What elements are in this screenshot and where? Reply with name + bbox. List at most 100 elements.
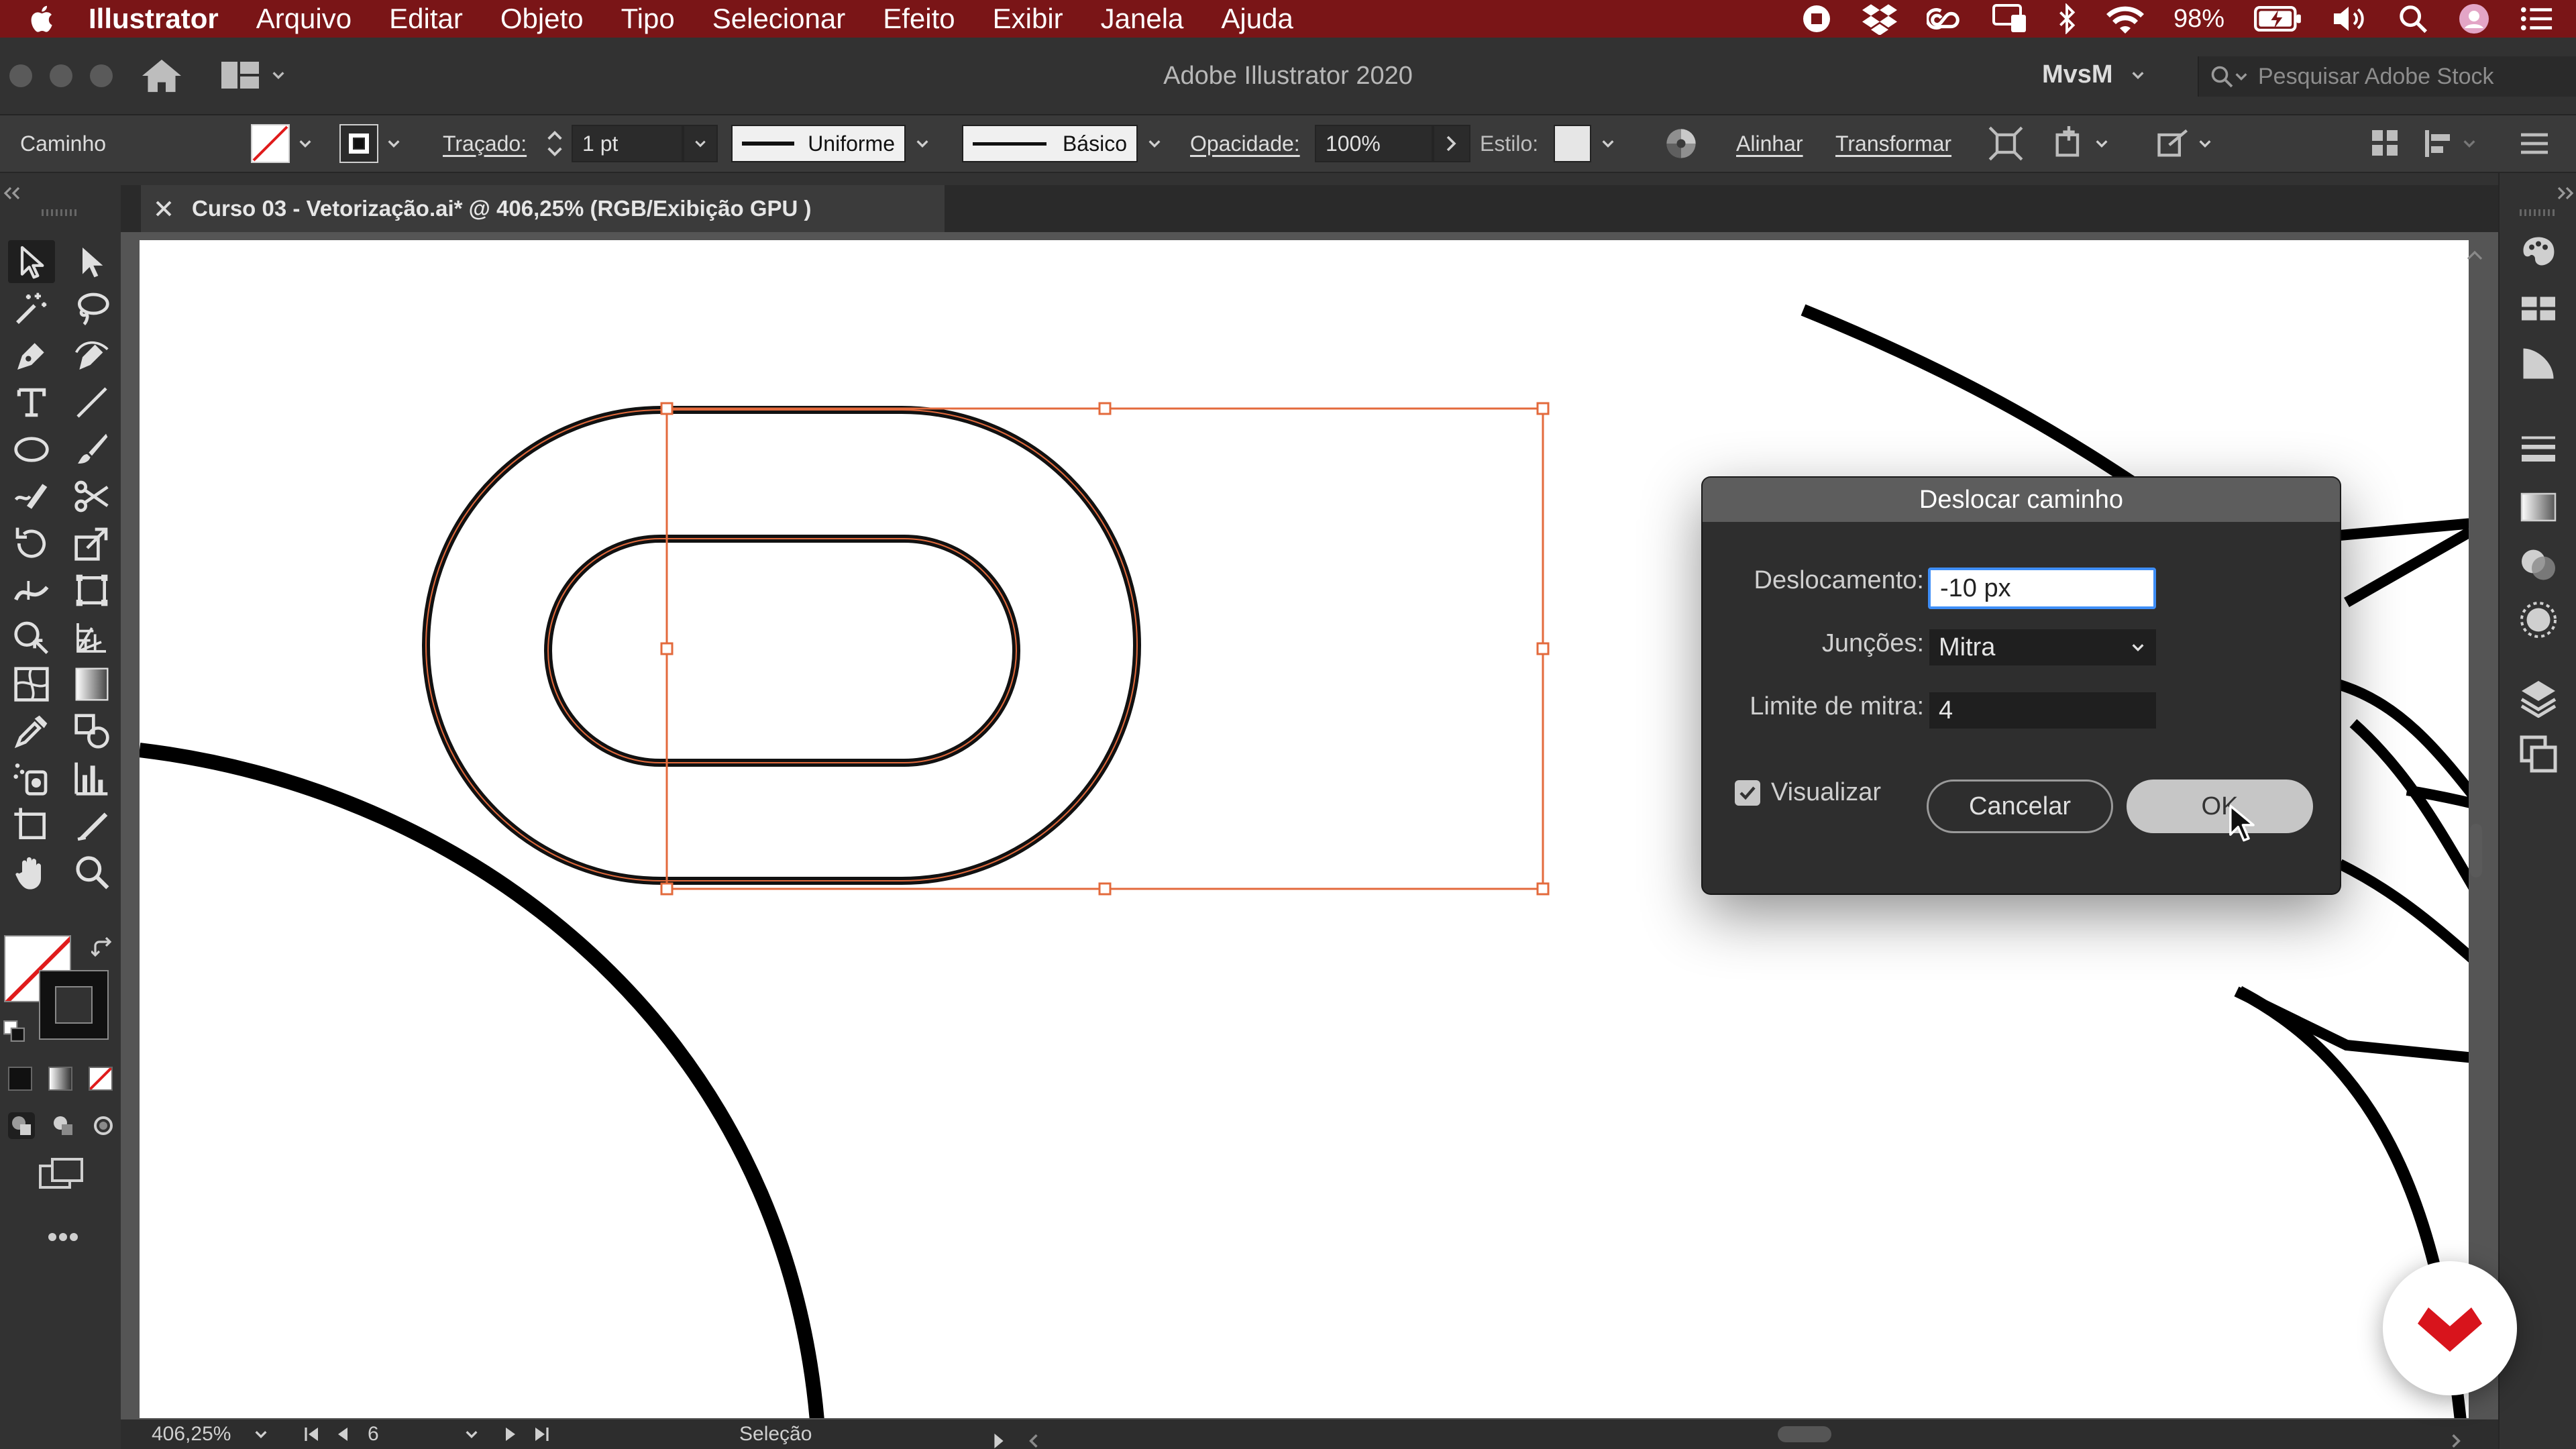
variable-width-profile[interactable]: Uniforme: [731, 115, 930, 172]
user-avatar-icon[interactable]: [2458, 3, 2490, 35]
display-icon[interactable]: [1992, 3, 2027, 34]
shape-builder-tool[interactable]: [8, 616, 55, 659]
appearance-panel-icon[interactable]: [2518, 600, 2559, 640]
curvature-tool[interactable]: [68, 334, 115, 377]
chevron-down-icon[interactable]: [2462, 136, 2477, 151]
transform-panel-link[interactable]: Transformar: [1835, 115, 1951, 172]
column-graph-tool[interactable]: [68, 757, 115, 800]
perspective-grid-tool[interactable]: [68, 616, 115, 659]
chevron-down-icon[interactable]: [464, 1427, 479, 1442]
ok-button[interactable]: OK: [2127, 780, 2313, 833]
opacity-control[interactable]: 100%: [1315, 115, 1470, 172]
menu-exibir[interactable]: Exibir: [993, 3, 1063, 35]
status-menu-arrow-icon[interactable]: [991, 1426, 1006, 1449]
color-guide-icon[interactable]: [2518, 232, 2559, 272]
toolbar-grip[interactable]: [42, 209, 79, 216]
graphic-style-swatch[interactable]: [1554, 125, 1591, 162]
handle-bottom-left[interactable]: [660, 882, 674, 896]
stroke-swatch[interactable]: [339, 124, 378, 163]
chevron-down-icon[interactable]: [1147, 136, 1162, 151]
record-icon[interactable]: [1801, 3, 1833, 35]
stroke-weight-label[interactable]: Traçado:: [443, 115, 527, 172]
chevron-down-icon[interactable]: [386, 136, 401, 151]
mesh-tool[interactable]: [8, 663, 55, 706]
chevron-down-icon[interactable]: [254, 1427, 268, 1442]
control-bar-menu[interactable]: [2521, 115, 2548, 172]
stroke-weight-input[interactable]: 1 pt: [572, 125, 683, 162]
slice-tool[interactable]: [68, 804, 115, 847]
artboards-panel-icon[interactable]: [2518, 734, 2559, 774]
isolate-object-button[interactable]: [1988, 115, 2023, 172]
handle-top-middle[interactable]: [1098, 402, 1112, 415]
selection-tool[interactable]: [8, 240, 55, 283]
fill-none-swatch[interactable]: [251, 124, 290, 163]
chevron-down-icon[interactable]: [2094, 136, 2109, 151]
panel-switcher[interactable]: [2424, 115, 2477, 172]
handle-bottom-middle[interactable]: [1098, 882, 1112, 896]
none-mode-button[interactable]: [89, 1067, 113, 1091]
arrange-documents-button[interactable]: [2372, 115, 2399, 172]
stepper-icon[interactable]: [545, 125, 565, 162]
profile-select[interactable]: Uniforme: [731, 125, 906, 162]
wifi-icon[interactable]: [2106, 4, 2144, 34]
draw-normal-icon[interactable]: [8, 1112, 35, 1139]
opacity-label[interactable]: Opacidade:: [1190, 115, 1300, 172]
menu-janela[interactable]: Janela: [1101, 3, 1184, 35]
line-segment-tool[interactable]: [68, 381, 115, 424]
handle-middle-left[interactable]: [660, 642, 674, 655]
puppet-warp-control[interactable]: [2051, 115, 2109, 172]
artboard-tool[interactable]: [8, 804, 55, 847]
handle-middle-right[interactable]: [1536, 642, 1550, 655]
envelope-distort-control[interactable]: [2155, 115, 2212, 172]
stroke-weight-dropdown[interactable]: [683, 125, 718, 162]
selection-bounding-box[interactable]: [660, 402, 1550, 896]
creative-cloud-icon[interactable]: [1926, 4, 1963, 34]
menu-efeito[interactable]: Efeito: [883, 3, 955, 35]
stroke-control[interactable]: [339, 115, 401, 172]
menu-selecionar[interactable]: Selecionar: [712, 3, 845, 35]
magic-wand-tool[interactable]: [8, 287, 55, 330]
vertical-scroll-thumb[interactable]: [2470, 824, 2482, 877]
dropbox-icon[interactable]: [1862, 3, 1897, 35]
pen-tool[interactable]: [8, 334, 55, 377]
chevron-down-icon[interactable]: [2198, 136, 2212, 151]
chevron-down-icon[interactable]: [915, 136, 930, 151]
first-artboard-icon[interactable]: [303, 1426, 319, 1442]
scroll-left-icon[interactable]: [1026, 1426, 1041, 1449]
miter-limit-input[interactable]: 4: [1929, 692, 2156, 729]
hand-tool[interactable]: [8, 851, 55, 894]
spotlight-search-icon[interactable]: [2398, 3, 2428, 34]
preview-checkbox-row[interactable]: Visualizar: [1735, 778, 1881, 807]
apple-icon[interactable]: [27, 3, 59, 35]
rotate-tool[interactable]: [8, 522, 55, 565]
document-tab[interactable]: Curso 03 - Vetorização.ai* @ 406,25% (RG…: [141, 185, 945, 232]
brush-select[interactable]: Básico: [962, 125, 1138, 162]
menu-app-name[interactable]: Illustrator: [89, 3, 219, 35]
preview-checkbox[interactable]: [1735, 780, 1760, 806]
transparency-panel-icon[interactable]: [2518, 545, 2559, 585]
blend-tool[interactable]: [68, 710, 115, 753]
align-panel-link[interactable]: Alinhar: [1736, 115, 1803, 172]
menu-ajuda[interactable]: Ajuda: [1221, 3, 1293, 35]
more-tools-icon[interactable]: [47, 1232, 79, 1242]
scissors-tool[interactable]: [68, 475, 115, 518]
width-tool[interactable]: [8, 569, 55, 612]
stroke-weight-panel-icon[interactable]: [2518, 428, 2559, 468]
opacity-input[interactable]: 100%: [1315, 125, 1433, 162]
next-artboard-icon[interactable]: [502, 1426, 518, 1442]
scale-tool[interactable]: [68, 522, 115, 565]
expand-panels-icon[interactable]: [2556, 186, 2575, 200]
chevron-down-icon[interactable]: [298, 136, 313, 151]
menu-editar[interactable]: Editar: [389, 3, 463, 35]
draw-inside-icon[interactable]: [90, 1112, 117, 1139]
zoom-level-value[interactable]: 406,25%: [152, 1423, 231, 1446]
opacity-expand[interactable]: [1433, 125, 1470, 162]
control-center-icon[interactable]: [2520, 5, 2553, 32]
handle-bottom-right[interactable]: [1536, 882, 1550, 896]
ellipse-tool[interactable]: [8, 428, 55, 471]
stroke-panel-icon[interactable]: [2518, 343, 2559, 384]
zoom-tool[interactable]: [68, 851, 115, 894]
brand-logo-badge[interactable]: [2383, 1261, 2517, 1395]
offset-input[interactable]: -10 px: [1928, 568, 2156, 609]
bluetooth-icon[interactable]: [2057, 3, 2077, 34]
